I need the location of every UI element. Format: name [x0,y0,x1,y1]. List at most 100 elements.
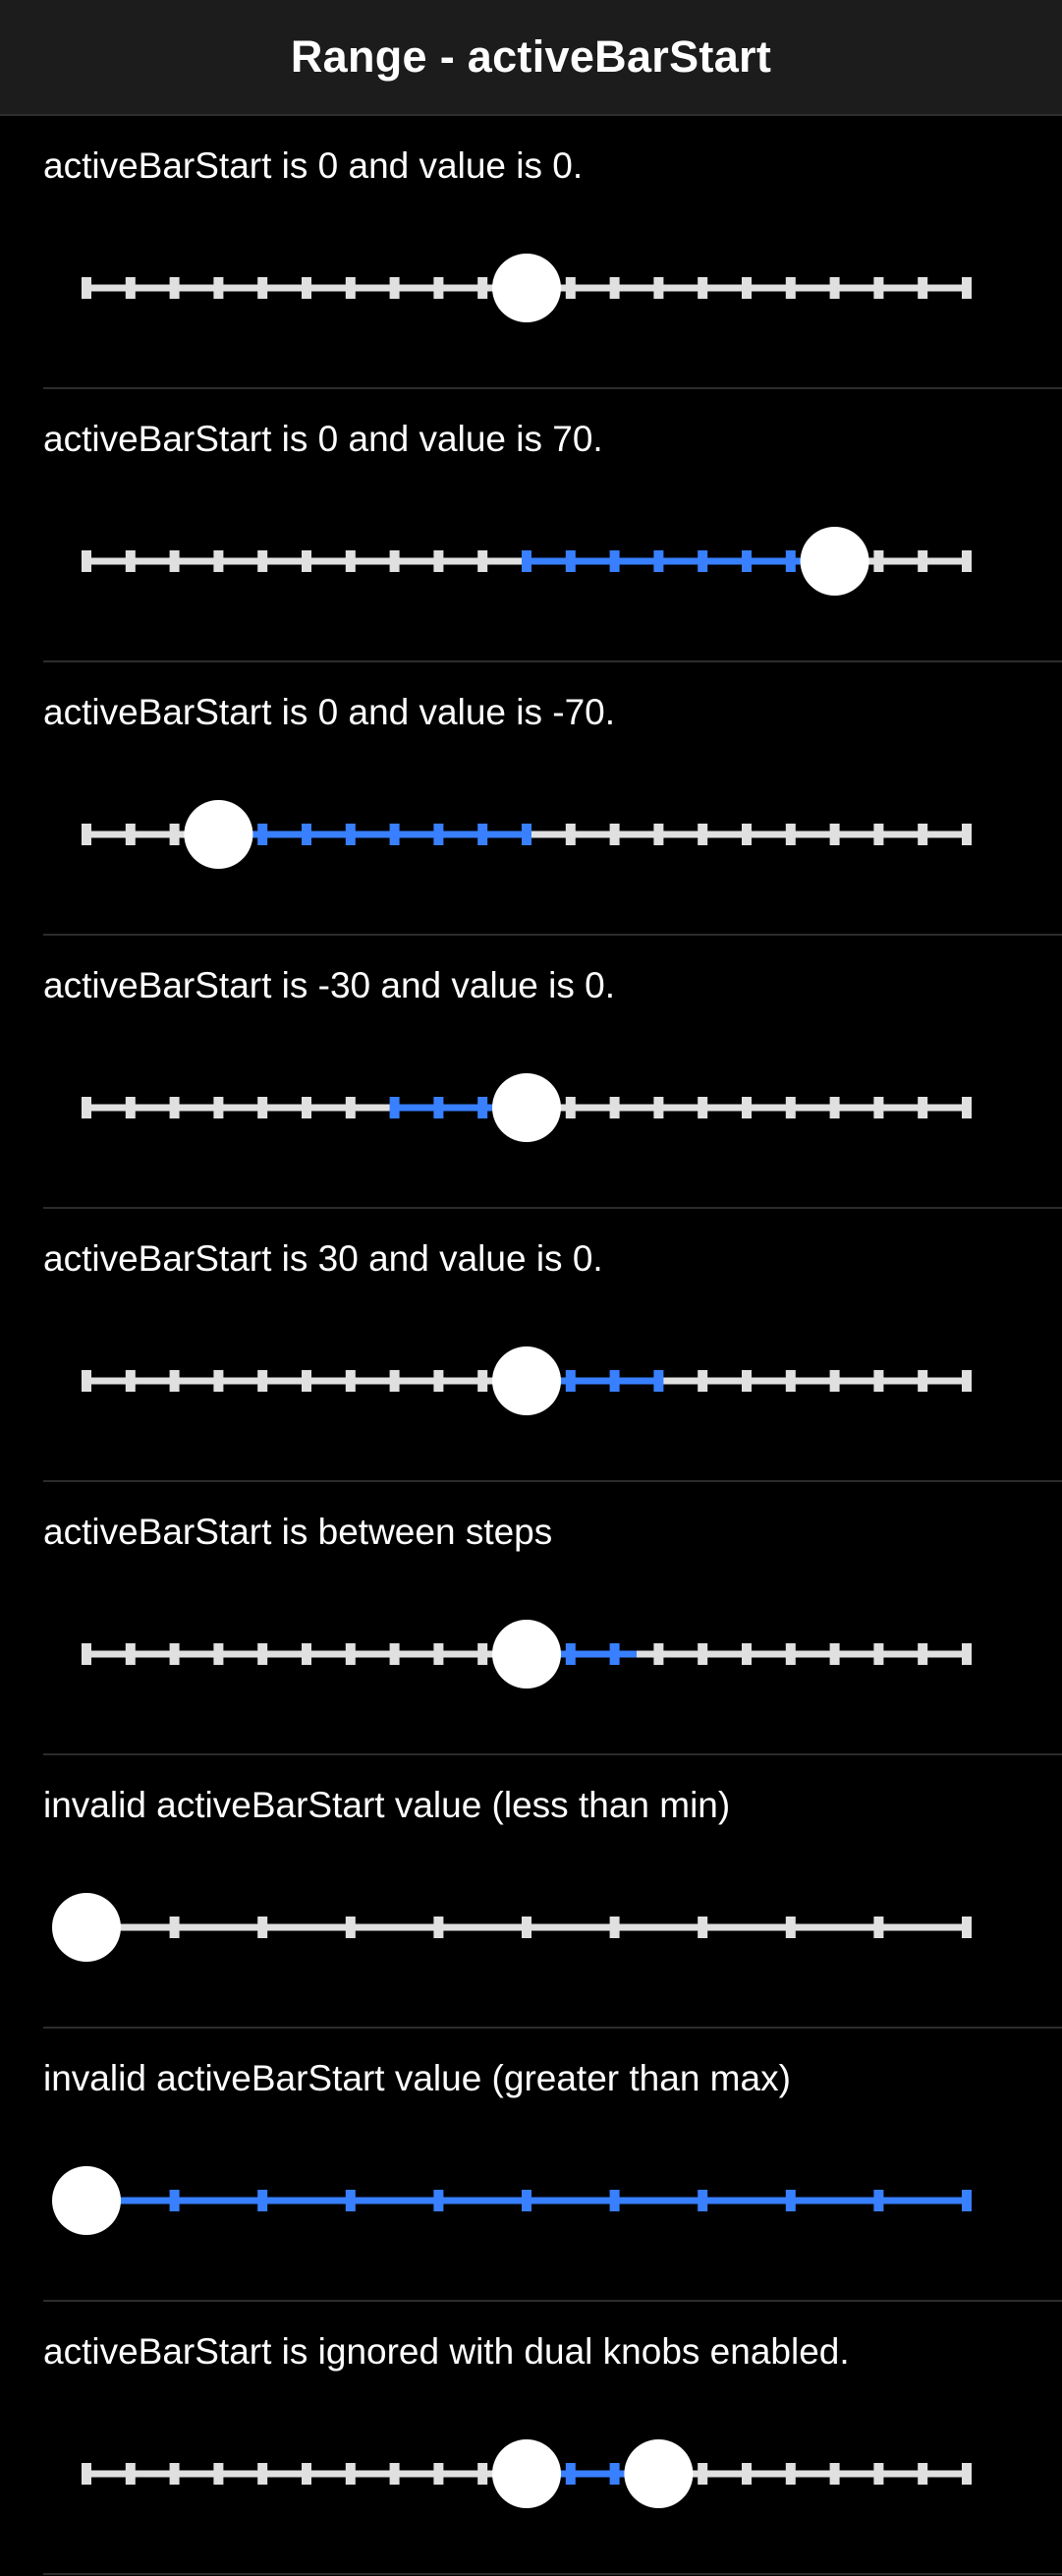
range-tick [433,1370,444,1392]
range-tick [477,1643,488,1665]
range-tick [302,1097,311,1118]
page-title: Range - activeBarStart [290,31,772,82]
range-tick [698,1917,708,1938]
range-knob[interactable] [184,800,253,869]
range-tick-active [609,1643,620,1665]
range-knob[interactable] [492,1620,561,1689]
range-tick [873,1917,884,1938]
range-tick [477,277,488,299]
range-knob[interactable] [624,2439,694,2508]
range-tick [609,1097,620,1118]
range-track-svg[interactable] [0,2434,1062,2513]
range-knob[interactable] [492,2439,561,2508]
range-knob[interactable] [492,1346,561,1415]
range-tick [742,1097,752,1118]
range-tick [698,2463,708,2485]
range-knob[interactable] [52,1893,121,1962]
range-tick [785,824,796,845]
range-tick [345,1917,356,1938]
range-track-svg[interactable] [0,795,1062,874]
range-tick-active [433,1097,444,1118]
range-track-svg[interactable] [0,1068,1062,1147]
range-tick [873,1643,884,1665]
range-tick-active [522,824,531,845]
range-tick [565,824,576,845]
range-tick-active [477,824,488,845]
list-item: activeBarStart is 0 and value is -70. [0,662,1062,936]
range-tick [918,277,928,299]
range-track-svg[interactable] [0,249,1062,327]
range-label: activeBarStart is -30 and value is 0. [43,965,616,1005]
range-tick [433,1643,444,1665]
range-tick [873,1097,884,1118]
range-tick [433,1917,444,1938]
range-tick [785,1097,796,1118]
range-tick-active [609,1370,620,1392]
range-tick [742,277,752,299]
range-tick [433,277,444,299]
range-tick [742,1370,752,1392]
range-tick [82,1643,91,1665]
range-tick-active [345,824,356,845]
range-tick-active [653,1370,664,1392]
range-tick [698,1643,708,1665]
range-tick-active [742,550,752,572]
range-tick-active [389,1097,400,1118]
range-tick [698,1097,708,1118]
range-tick [257,1917,268,1938]
range-label: activeBarStart is ignored with dual knob… [43,2331,850,2372]
list-item: activeBarStart is -30 and value is 0. [0,936,1062,1209]
range-tick [962,1370,972,1392]
range-tick-active [565,550,576,572]
toolbar: Range - activeBarStart [0,0,1062,116]
range-tick-active [522,550,531,572]
range-tick [918,1370,928,1392]
range-knob[interactable] [492,1073,561,1142]
range-tick [829,824,840,845]
range-label: invalid activeBarStart value (greater th… [43,2058,791,2098]
range-track-svg[interactable] [0,1342,1062,1420]
range-tick [345,1643,356,1665]
range-tick [829,1097,840,1118]
range-tick [918,1643,928,1665]
range-tick [785,1917,796,1938]
range-tick [829,277,840,299]
range-tick [918,2463,928,2485]
range-tick-active [169,2190,180,2211]
range-tick-active [962,2190,972,2211]
range-knob[interactable] [492,254,561,322]
range-tick [213,1097,224,1118]
range-tick [213,2463,224,2485]
range-tick [82,824,91,845]
range-tick [213,1643,224,1665]
range-track-svg[interactable] [0,522,1062,601]
range-tick [785,2463,796,2485]
range-tick [873,2463,884,2485]
range-tick [873,277,884,299]
range-tick-active [565,2463,576,2485]
range-tick [742,1643,752,1665]
range-tick [653,824,664,845]
range-tick [785,1643,796,1665]
range-tick [213,1370,224,1392]
range-list: activeBarStart is 0 and value is 0. acti… [0,116,1062,2575]
range-label: activeBarStart is 0 and value is -70. [43,692,616,732]
range-tick [829,2463,840,2485]
range-tick [82,2463,91,2485]
range-tick [389,550,400,572]
range-track-svg[interactable] [0,1615,1062,1693]
range-tick-active [609,550,620,572]
range-knob[interactable] [52,2166,121,2235]
range-track-svg[interactable] [0,2161,1062,2240]
range-tick [125,1370,136,1392]
range-tick [918,550,928,572]
range-tick [169,1097,180,1118]
range-tick [962,2463,972,2485]
range-tick [302,277,311,299]
range-tick [125,550,136,572]
range-tick-active [653,550,664,572]
range-tick [785,277,796,299]
range-track-svg[interactable] [0,1888,1062,1967]
range-tick [257,2463,268,2485]
range-knob[interactable] [800,527,869,596]
